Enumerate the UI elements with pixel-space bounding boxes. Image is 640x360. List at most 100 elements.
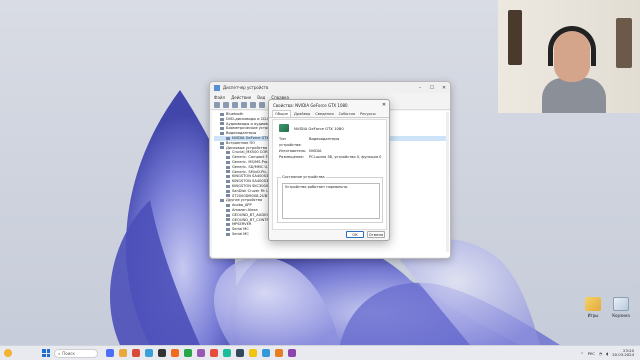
search-placeholder: Поиск xyxy=(62,350,75,356)
app-purple-icon[interactable] xyxy=(197,349,205,357)
device-icon xyxy=(226,194,230,198)
chevron-up-icon[interactable]: ^ xyxy=(580,351,583,356)
webcam-overlay xyxy=(498,0,640,113)
menu-action[interactable]: Действие xyxy=(231,95,251,100)
menu-view[interactable]: Вид xyxy=(257,95,265,100)
webcam-headphones xyxy=(548,26,596,66)
device-icon xyxy=(226,151,230,155)
app-orange-icon[interactable] xyxy=(275,349,283,357)
device-manager-title: Диспетчер устройств xyxy=(223,85,269,90)
field-device-type: Тип устройства: Видеоадаптеры xyxy=(273,136,386,148)
device-icon xyxy=(226,160,230,164)
desktop-icon-label: Корзина xyxy=(612,313,630,318)
language-indicator[interactable]: РУС xyxy=(588,351,595,356)
clock-date: 20.03.2024 xyxy=(612,352,634,357)
device-icon xyxy=(226,136,230,140)
device-icon xyxy=(220,127,224,131)
desktop-icon-games[interactable]: Игры xyxy=(578,297,608,318)
properties-general-panel: NVIDIA GeForce GTX 1080 Тип устройства: … xyxy=(272,119,387,230)
network-icon[interactable]: ◔ xyxy=(599,351,602,356)
webcam-shelf-right xyxy=(616,18,632,68)
device-icon xyxy=(226,232,230,236)
forward-icon[interactable] xyxy=(223,102,229,108)
back-icon[interactable] xyxy=(214,102,220,108)
clock[interactable]: 23:20 20.03.2024 xyxy=(612,348,634,358)
device-status-group: Состояние устройства Устройство работает… xyxy=(277,175,383,223)
edge-icon[interactable] xyxy=(145,349,153,357)
close-icon[interactable]: ✕ xyxy=(438,85,450,91)
tab-details[interactable]: Сведения xyxy=(313,111,335,117)
device-header: NVIDIA GeForce GTX 1080 xyxy=(273,120,386,136)
maximize-icon[interactable]: ☐ xyxy=(426,85,438,91)
desktop-icon-label: Игры xyxy=(587,313,599,318)
properties-titlebar[interactable]: Свойства: NVIDIA GeForce GTX 1080 ✕ xyxy=(269,100,389,110)
device-icon xyxy=(220,146,224,150)
recycle-bin-icon xyxy=(613,297,629,311)
app-yellow-icon[interactable] xyxy=(249,349,257,357)
taskbar-left: ⌕ Поиск xyxy=(0,348,296,358)
device-icon xyxy=(226,184,230,188)
volume-icon[interactable]: ◖ xyxy=(606,351,608,356)
cancel-button[interactable]: Отмена xyxy=(367,231,385,238)
minimize-icon[interactable]: – xyxy=(414,85,426,91)
monitor-icon[interactable] xyxy=(259,102,265,108)
tab-resources[interactable]: Ресурсы xyxy=(358,111,378,117)
device-icon xyxy=(226,165,230,169)
start-logo-tile xyxy=(42,353,46,357)
taskbar-search[interactable]: ⌕ Поиск xyxy=(54,348,98,358)
device-icon xyxy=(226,218,230,222)
device-icon xyxy=(220,112,224,116)
app-dark-icon[interactable] xyxy=(236,349,244,357)
properties-dialog: Свойства: NVIDIA GeForce GTX 1080 ✕ Общи… xyxy=(268,99,390,241)
browser-icon[interactable] xyxy=(132,349,140,357)
device-icon xyxy=(226,208,230,212)
start-button[interactable] xyxy=(42,349,50,357)
desktop-icon-recycle-bin[interactable]: Корзина xyxy=(606,297,636,318)
device-icon xyxy=(226,170,230,174)
device-tree-scrollbar[interactable] xyxy=(446,112,449,252)
file-explorer-icon[interactable] xyxy=(119,349,127,357)
terminal-icon[interactable] xyxy=(158,349,166,357)
scan-hardware-icon[interactable] xyxy=(250,102,256,108)
tab-events[interactable]: События xyxy=(337,111,357,117)
webcam-person-body xyxy=(542,78,606,113)
window-controls: – ☐ ✕ xyxy=(414,85,450,91)
start-logo-tile xyxy=(46,353,50,357)
ok-button[interactable]: ОК xyxy=(346,231,364,238)
tab-driver[interactable]: Драйвер xyxy=(292,111,312,117)
device-icon xyxy=(226,223,230,227)
firefox-icon[interactable] xyxy=(171,349,179,357)
device-icon xyxy=(220,122,224,126)
close-icon[interactable]: ✕ xyxy=(379,102,389,108)
app-blue-icon[interactable] xyxy=(262,349,270,357)
tab-general[interactable]: Общие xyxy=(272,110,291,117)
gpu-icon xyxy=(279,124,289,132)
field-location: Размещение: PCI-шина 38, устройство 0, ф… xyxy=(273,154,386,160)
device-icon xyxy=(226,175,230,179)
app-red-icon[interactable] xyxy=(210,349,218,357)
help-icon[interactable] xyxy=(241,102,247,108)
device-icon xyxy=(226,189,230,193)
field-label: Тип устройства: xyxy=(279,137,302,147)
device-icon xyxy=(220,141,224,145)
device-manager-icon xyxy=(214,84,220,91)
taskbar: ⌕ Поиск ^ РУС ◔ ◖ 23:20 20.03.2024 xyxy=(0,345,640,360)
device-icon xyxy=(226,213,230,217)
field-value: PCI-шина 38, устройство 0, функция 0 xyxy=(309,155,382,159)
search-icon: ⌕ xyxy=(58,350,61,356)
app-violet-icon[interactable] xyxy=(288,349,296,357)
device-name: NVIDIA GeForce GTX 1080 xyxy=(294,125,344,131)
app-teal-icon[interactable] xyxy=(223,349,231,357)
properties-icon[interactable] xyxy=(232,102,238,108)
device-manager-titlebar[interactable]: Диспетчер устройств – ☐ ✕ xyxy=(210,82,450,93)
properties-title: Свойства: NVIDIA GeForce GTX 1080 xyxy=(273,102,348,108)
task-view-icon[interactable] xyxy=(106,349,114,357)
app-green-icon[interactable] xyxy=(184,349,192,357)
weather-icon[interactable] xyxy=(4,349,12,357)
device-status-text[interactable]: Устройство работает нормально. xyxy=(282,183,380,219)
menu-file[interactable]: Файл xyxy=(214,95,225,100)
field-value: Видеоадаптеры xyxy=(309,137,340,141)
properties-tabs: Общие Драйвер Сведения События Ресурсы xyxy=(269,110,389,118)
device-icon xyxy=(226,156,230,160)
device-icon xyxy=(220,132,224,136)
